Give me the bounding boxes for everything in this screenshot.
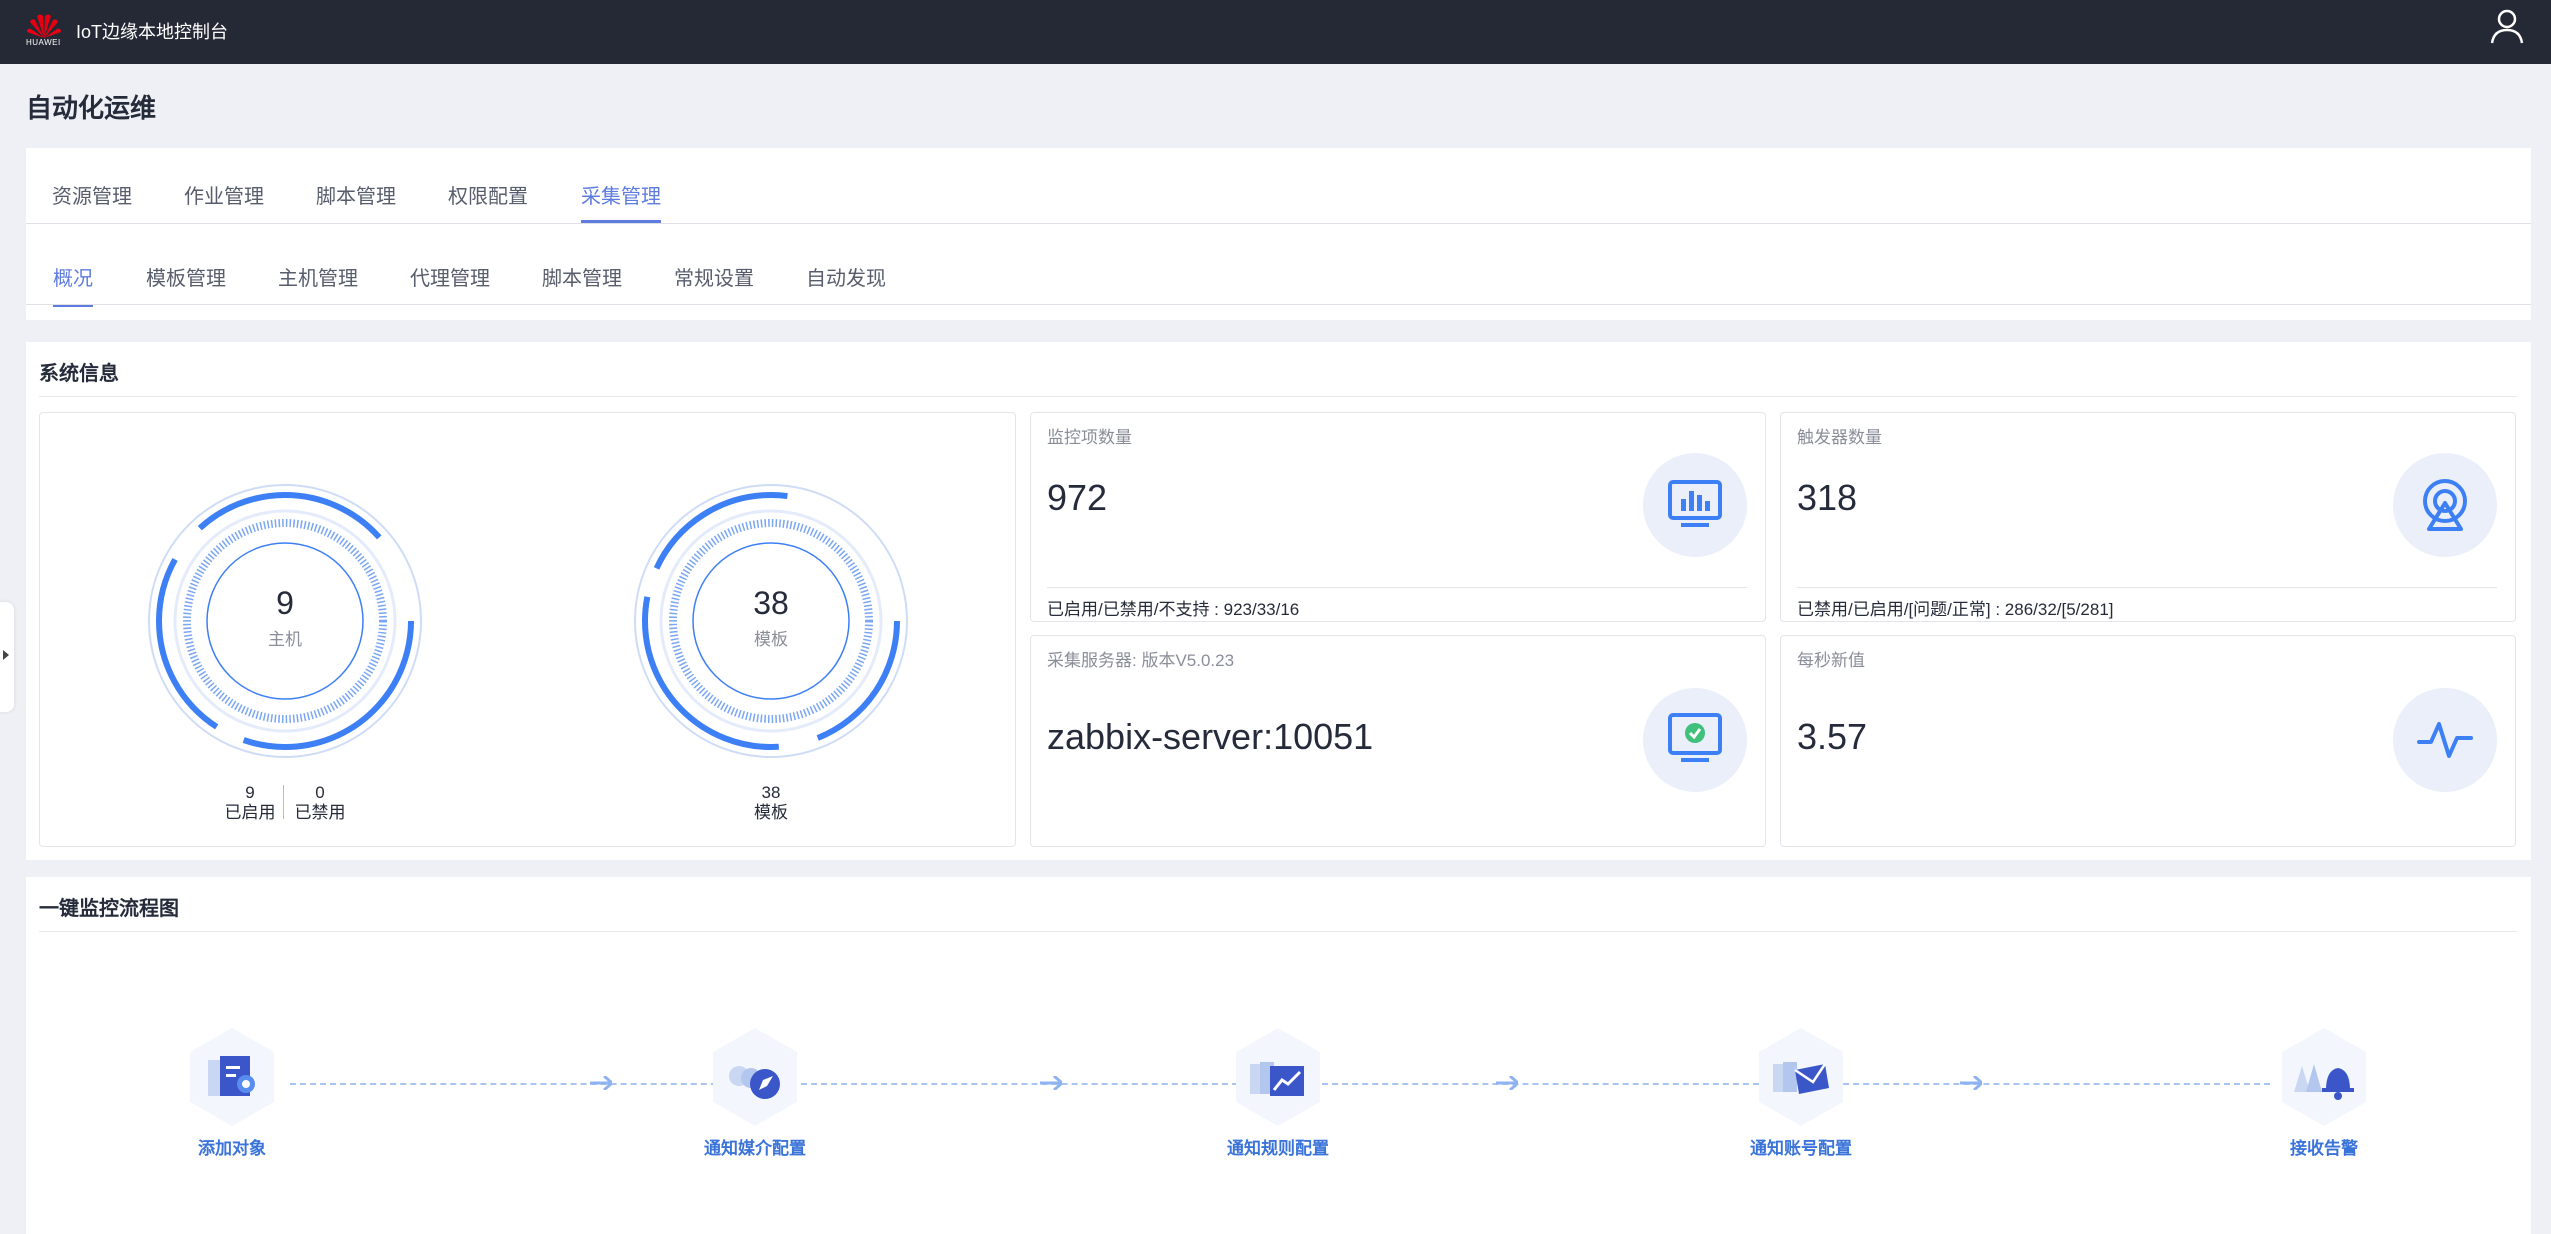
expand-arrow-icon: [3, 650, 9, 660]
hosts-enabled: 9 已启用: [220, 783, 280, 823]
hosts-enabled-label: 已启用: [224, 803, 276, 822]
flow-arrow-icon: [1960, 1076, 1982, 1090]
trend-rule-icon: [1236, 1028, 1320, 1126]
sub-tabs: 概况 模板管理 主机管理 代理管理 脚本管理 常规设置 自动发现: [26, 228, 2531, 307]
nvps-value: 3.57: [1797, 716, 1868, 757]
flow-step-account[interactable]: 通知账号配置: [1701, 1026, 1901, 1159]
server-label: 采集服务器: 版本V5.0.23: [1047, 651, 1235, 670]
hosts-count: 9: [276, 585, 294, 621]
hosts-foot-divider: [283, 785, 284, 819]
flow-title: 一键监控流程图: [39, 898, 179, 920]
hosts-disabled-label: 已禁用: [294, 803, 346, 822]
tab-script[interactable]: 脚本管理: [316, 180, 396, 209]
server-panel: 采集服务器: 版本V5.0.23 zabbix-server:10051: [1030, 635, 1766, 847]
main-tabs: 资源管理 作业管理 脚本管理 权限配置 采集管理: [26, 148, 2531, 224]
system-info-title: 系统信息: [39, 363, 119, 385]
monitor-check-icon: [1643, 688, 1747, 792]
flow-step-media[interactable]: 通知媒介配置: [655, 1026, 855, 1159]
server-value: zabbix-server:10051: [1047, 716, 1374, 757]
chart-monitor-icon: [1643, 453, 1747, 557]
rings-panel: 9 主机 9 已启用 0 已禁用 38 模板 38 模板: [39, 412, 1016, 847]
hosts-label: 主机: [268, 630, 302, 649]
system-info-card: 系统信息 9 主机 9 已启用 0 已禁用 38 模板 38 模板 监控项数量 …: [26, 342, 2531, 860]
monitor-items-foot: 已启用/已禁用/不支持 : 923/33/16: [1047, 600, 1300, 619]
bell-alarm-icon: [2282, 1028, 2366, 1126]
monitor-items-value: 972: [1047, 477, 1108, 518]
mail-account-icon: [1759, 1028, 1843, 1126]
tab-job[interactable]: 作业管理: [184, 180, 264, 209]
flow-step-add-object[interactable]: 添加对象: [132, 1026, 332, 1159]
hosts-enabled-count: 9: [245, 783, 255, 802]
tabs-divider: [26, 223, 2531, 224]
flow-step-label: 通知账号配置: [1750, 1139, 1852, 1158]
flow-step-label: 通知规则配置: [1227, 1139, 1329, 1158]
triggers-divider: [1797, 587, 2497, 588]
tab-collection[interactable]: 采集管理: [581, 180, 661, 223]
tab-permission[interactable]: 权限配置: [448, 180, 528, 209]
flow-arrow-icon: [590, 1076, 612, 1090]
app-title: IoT边缘本地控制台: [76, 22, 229, 42]
templates-label: 模板: [754, 630, 788, 649]
subtab-proxy[interactable]: 代理管理: [410, 262, 490, 291]
nvps-label: 每秒新值: [1797, 651, 1865, 670]
add-object-icon: [190, 1028, 274, 1126]
templates-foot-count: 38: [761, 783, 781, 802]
hosts-disabled-count: 0: [315, 783, 325, 802]
subtab-script[interactable]: 脚本管理: [542, 262, 622, 291]
subtab-general[interactable]: 常规设置: [674, 262, 754, 291]
flow-arrow-icon: [1496, 1076, 1518, 1090]
flow-step-label: 接收告警: [2290, 1139, 2358, 1158]
pulse-icon: [2393, 688, 2497, 792]
flow-step-rule[interactable]: 通知规则配置: [1178, 1026, 1378, 1159]
tabs-card: 资源管理 作业管理 脚本管理 权限配置 采集管理 概况 模板管理 主机管理 代理…: [26, 148, 2531, 320]
logo-text: HUAWEI: [26, 38, 61, 47]
top-bar: HUAWEI IoT边缘本地控制台: [0, 0, 2551, 64]
flow-arrow-icon: [1040, 1076, 1062, 1090]
triggers-label: 触发器数量: [1797, 428, 1882, 447]
tab-resource[interactable]: 资源管理: [52, 180, 132, 209]
flow-step-label: 通知媒介配置: [704, 1139, 806, 1158]
compass-media-icon: [713, 1028, 797, 1126]
sidebar-expand-handle[interactable]: [0, 602, 14, 712]
subtab-template[interactable]: 模板管理: [146, 262, 226, 291]
system-info-divider: [39, 396, 2517, 397]
flow-divider: [39, 931, 2517, 932]
nvps-panel: 每秒新值 3.57: [1780, 635, 2516, 847]
subtabs-divider: [26, 304, 2531, 305]
flow-step-label: 添加对象: [198, 1139, 266, 1158]
templates-foot: 38 模板: [741, 783, 801, 823]
flow-step-alarm[interactable]: 接收告警: [2224, 1026, 2424, 1159]
triggers-value: 318: [1797, 477, 1858, 518]
monitor-items-label: 监控项数量: [1047, 428, 1132, 447]
hosts-disabled: 0 已禁用: [290, 783, 350, 823]
subtab-host[interactable]: 主机管理: [278, 262, 358, 291]
triggers-foot: 已禁用/已启用/[问题/正常] : 286/32/[5/281]: [1797, 600, 2114, 619]
page-title: 自动化运维: [26, 93, 157, 123]
user-icon[interactable]: [2487, 6, 2527, 46]
monitor-items-panel: 监控项数量 972 已启用/已禁用/不支持 : 923/33/16: [1030, 412, 1766, 622]
subtab-discovery[interactable]: 自动发现: [806, 262, 886, 291]
templates-count: 38: [753, 585, 789, 621]
triggers-panel: 触发器数量 318 已禁用/已启用/[问题/正常] : 286/32/[5/28…: [1780, 412, 2516, 622]
templates-foot-label: 模板: [754, 803, 788, 822]
templates-ring: 38 模板: [631, 481, 911, 761]
monitor-items-divider: [1047, 587, 1747, 588]
subtab-overview[interactable]: 概况: [53, 262, 93, 307]
broadcast-icon: [2393, 453, 2497, 557]
hosts-ring: 9 主机: [145, 481, 425, 761]
